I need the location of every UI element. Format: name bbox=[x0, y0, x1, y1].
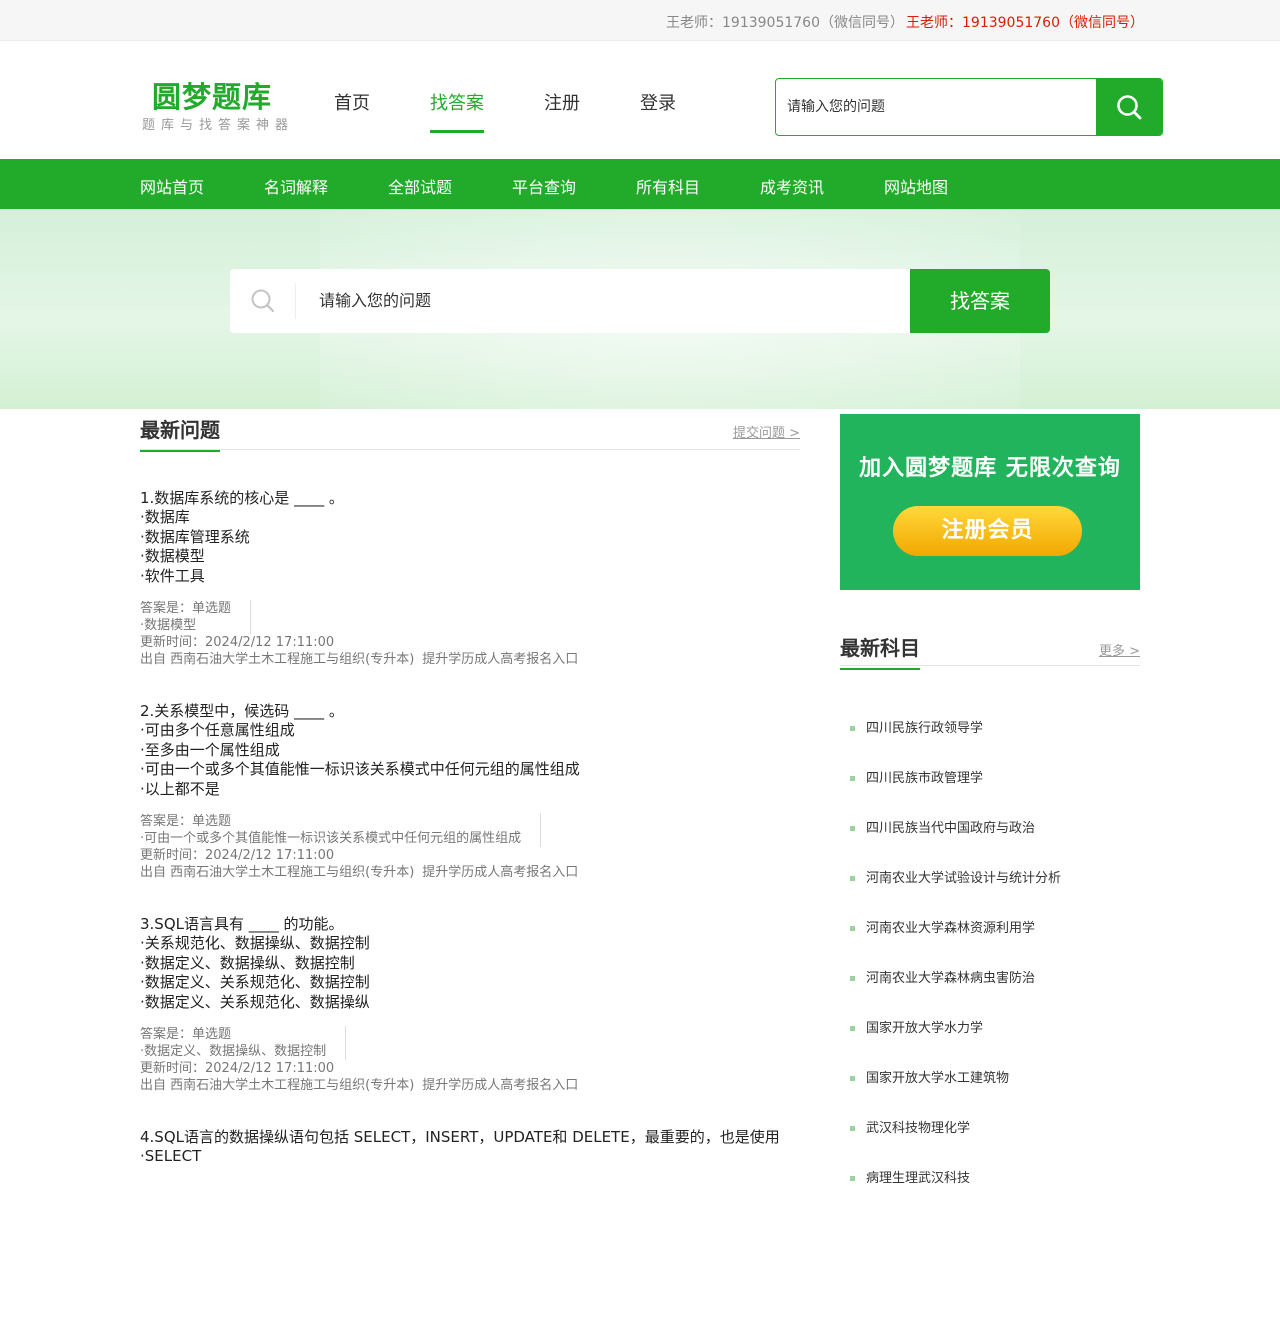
section-title: 最新问题 bbox=[140, 414, 220, 452]
catnav-terms[interactable]: 名词解释 bbox=[264, 174, 328, 198]
answer-label: 答案是：单选题 bbox=[140, 601, 232, 617]
banner-search-input[interactable]: 请输入您的问题 bbox=[296, 269, 910, 333]
answer-value: ·可由一个或多个其值能惟一标识该关系模式中任何元组的属性组成 bbox=[140, 831, 522, 847]
question-option: ·数据定义、关系规范化、数据控制 bbox=[140, 973, 370, 992]
search-icon bbox=[251, 289, 274, 313]
more-subjects-link[interactable]: 更多 > bbox=[1099, 640, 1140, 659]
question-option: ·可由一个或多个其值能惟一标识该关系模式中任何元组的属性组成 bbox=[140, 760, 580, 779]
question-meta: 答案是：单选题 ·数据定义、数据操纵、数据控制 更新时间：2024/2/12 1… bbox=[140, 1026, 800, 1094]
nav-register[interactable]: 注册 bbox=[544, 89, 580, 115]
banner-search-icon-wrap bbox=[230, 283, 296, 319]
category-nav: 网站首页 名词解释 全部试题 平台查询 所有科目 成考资讯 网站地图 bbox=[0, 159, 1280, 209]
header-search: 请输入您的问题 bbox=[775, 78, 1163, 136]
latest-questions-section: 最新问题 提交问题 > 1.数据库系统的核心是 ____ 。 ·数据库 ·数据库… bbox=[140, 410, 800, 1165]
question-option: ·数据库 bbox=[140, 508, 190, 527]
enroll-link[interactable]: 提升学历成人高考报名入口 bbox=[422, 652, 578, 667]
banner-search: 请输入您的问题 找答案 bbox=[230, 269, 1050, 333]
catnav-sitemap[interactable]: 网站地图 bbox=[884, 174, 948, 198]
logo-title[interactable]: 圆梦题库 bbox=[152, 74, 272, 116]
answer-label: 答案是：单选题 bbox=[140, 814, 232, 830]
catnav-all-questions[interactable]: 全部试题 bbox=[388, 174, 452, 198]
nav-login[interactable]: 登录 bbox=[640, 89, 676, 115]
subject-item[interactable]: 河南农业大学试验设计与统计分析 bbox=[840, 869, 1140, 919]
promo-title: 加入圆梦题库 无限次查询 bbox=[859, 456, 1121, 481]
question-meta: 答案是：单选题 ·可由一个或多个其值能惟一标识该关系模式中任何元组的属性组成 更… bbox=[140, 813, 800, 881]
subject-item[interactable]: 四川民族当代中国政府与政治 bbox=[840, 819, 1140, 869]
subject-list: 四川民族行政领导学 四川民族市政管理学 四川民族当代中国政府与政治 河南农业大学… bbox=[840, 719, 1140, 1219]
answer-block: 答案是：单选题 ·数据模型 bbox=[140, 600, 252, 635]
subject-item[interactable]: 四川民族市政管理学 bbox=[840, 769, 1140, 819]
catnav-adult-exam-news[interactable]: 成考资讯 bbox=[760, 174, 824, 198]
question-option: ·软件工具 bbox=[140, 566, 205, 585]
question-option: ·SELECT bbox=[140, 1147, 202, 1166]
answer-value: ·数据模型 bbox=[140, 618, 197, 634]
submit-question-link[interactable]: 提交问题 > bbox=[733, 422, 800, 441]
subject-item[interactable]: 国家开放大学水工建筑物 bbox=[840, 1069, 1140, 1119]
question-source[interactable]: 出自 西南石油大学土木工程施工与组织(专升本) bbox=[140, 865, 414, 880]
update-time: 更新时间：2024/2/12 17:11:00 bbox=[140, 848, 335, 864]
question-option: ·以上都不是 bbox=[140, 779, 220, 798]
question-option: ·可由多个任意属性组成 bbox=[140, 721, 295, 740]
promo-banner: 加入圆梦题库 无限次查询 注册会员 bbox=[840, 414, 1140, 590]
catnav-all-subjects[interactable]: 所有科目 bbox=[636, 174, 700, 198]
section-title: 最新科目 bbox=[840, 632, 920, 670]
answer-value: ·数据定义、数据操纵、数据控制 bbox=[140, 1044, 327, 1060]
question-title[interactable]: 3.SQL语言具有 ____ 的功能。 bbox=[140, 915, 800, 934]
question-title[interactable]: 2.关系模型中，候选码 ____ 。 bbox=[140, 702, 800, 721]
question-item: 2.关系模型中，候选码 ____ 。 ·可由多个任意属性组成 ·至多由一个属性组… bbox=[140, 702, 800, 915]
question-source[interactable]: 出自 西南石油大学土木工程施工与组织(专升本) bbox=[140, 1078, 414, 1093]
sidebar: 加入圆梦题库 无限次查询 注册会员 最新科目 更多 > 四川民族行政领导学 四川… bbox=[840, 414, 1140, 1186]
subject-item[interactable]: 四川民族行政领导学 bbox=[840, 719, 1140, 769]
main-nav: 首页 找答案 注册 登录 bbox=[334, 89, 736, 133]
top-contact-bar: 王老师：19139051760（微信同号） 王老师：19139051760（微信… bbox=[0, 0, 1280, 41]
section-header: 最新问题 提交问题 > bbox=[140, 410, 800, 452]
question-option: ·数据模型 bbox=[140, 547, 205, 566]
subject-item[interactable]: 病理生理武汉科技 bbox=[840, 1169, 1140, 1219]
update-time: 更新时间：2024/2/12 17:11:00 bbox=[140, 1061, 335, 1077]
question-meta: 答案是：单选题 ·数据模型 更新时间：2024/2/12 17:11:00 出自… bbox=[140, 600, 800, 668]
header-search-button[interactable] bbox=[1096, 79, 1162, 135]
question-option: ·至多由一个属性组成 bbox=[140, 740, 280, 759]
question-item: 4.SQL语言的数据操纵语句包括 SELECT，INSERT，UPDATE和 D… bbox=[140, 1128, 800, 1341]
subject-item[interactable]: 武汉科技物理化学 bbox=[840, 1119, 1140, 1169]
question-source-row: 出自 西南石油大学土木工程施工与组织(专升本) 提升学历成人高考报名入口 bbox=[140, 864, 800, 881]
question-source[interactable]: 出自 西南石油大学土木工程施工与组织(专升本) bbox=[140, 652, 414, 667]
update-time: 更新时间：2024/2/12 17:11:00 bbox=[140, 635, 335, 651]
enroll-link[interactable]: 提升学历成人高考报名入口 bbox=[422, 1078, 578, 1093]
header-search-input[interactable]: 请输入您的问题 bbox=[776, 79, 1096, 135]
question-source-row: 出自 西南石油大学土木工程施工与组织(专升本) 提升学历成人高考报名入口 bbox=[140, 651, 800, 668]
question-title[interactable]: 4.SQL语言的数据操纵语句包括 SELECT，INSERT，UPDATE和 D… bbox=[140, 1128, 800, 1147]
question-list: 1.数据库系统的核心是 ____ 。 ·数据库 ·数据库管理系统 ·数据模型 ·… bbox=[140, 489, 800, 1341]
question-item: 1.数据库系统的核心是 ____ 。 ·数据库 ·数据库管理系统 ·数据模型 ·… bbox=[140, 489, 800, 702]
nav-home[interactable]: 首页 bbox=[334, 89, 370, 115]
question-option: ·数据库管理系统 bbox=[140, 527, 250, 546]
question-item: 3.SQL语言具有 ____ 的功能。 ·关系规范化、数据操纵、数据控制 ·数据… bbox=[140, 915, 800, 1128]
logo-subtitle: 题库与找答案神器 bbox=[142, 118, 295, 133]
register-member-button[interactable]: 注册会员 bbox=[893, 506, 1082, 556]
enroll-link[interactable]: 提升学历成人高考报名入口 bbox=[422, 865, 578, 880]
catnav-platform-query[interactable]: 平台查询 bbox=[512, 174, 576, 198]
latest-subjects-section: 最新科目 更多 > 四川民族行政领导学 四川民族市政管理学 四川民族当代中国政府… bbox=[840, 628, 1140, 1186]
answer-block: 答案是：单选题 ·数据定义、数据操纵、数据控制 bbox=[140, 1026, 347, 1061]
site-header: 圆梦题库 题库与找答案神器 首页 找答案 注册 登录 请输入您的问题 bbox=[0, 41, 1280, 159]
find-answer-button[interactable]: 找答案 bbox=[910, 269, 1050, 333]
subject-item[interactable]: 国家开放大学水力学 bbox=[840, 1019, 1140, 1069]
search-banner: 请输入您的问题 找答案 bbox=[0, 209, 1280, 409]
catnav-site-home[interactable]: 网站首页 bbox=[140, 174, 204, 198]
question-title[interactable]: 1.数据库系统的核心是 ____ 。 bbox=[140, 489, 800, 508]
answer-label: 答案是：单选题 bbox=[140, 1027, 232, 1043]
subject-item[interactable]: 河南农业大学森林病虫害防治 bbox=[840, 969, 1140, 1019]
answer-block: 答案是：单选题 ·可由一个或多个其值能惟一标识该关系模式中任何元组的属性组成 bbox=[140, 813, 542, 848]
question-option: ·数据定义、关系规范化、数据操纵 bbox=[140, 992, 370, 1011]
subject-item[interactable]: 河南农业大学森林资源利用学 bbox=[840, 919, 1140, 969]
section-header: 最新科目 更多 > bbox=[840, 628, 1140, 670]
contact-gray: 王老师：19139051760（微信同号） bbox=[666, 15, 904, 31]
question-option: ·关系规范化、数据操纵、数据控制 bbox=[140, 934, 370, 953]
search-icon bbox=[1117, 95, 1142, 120]
question-option: ·数据定义、数据操纵、数据控制 bbox=[140, 953, 355, 972]
contact-red: 王老师：19139051760（微信同号） bbox=[906, 15, 1144, 31]
question-source-row: 出自 西南石油大学土木工程施工与组织(专升本) 提升学历成人高考报名入口 bbox=[140, 1077, 800, 1094]
nav-find-answer[interactable]: 找答案 bbox=[430, 89, 484, 133]
